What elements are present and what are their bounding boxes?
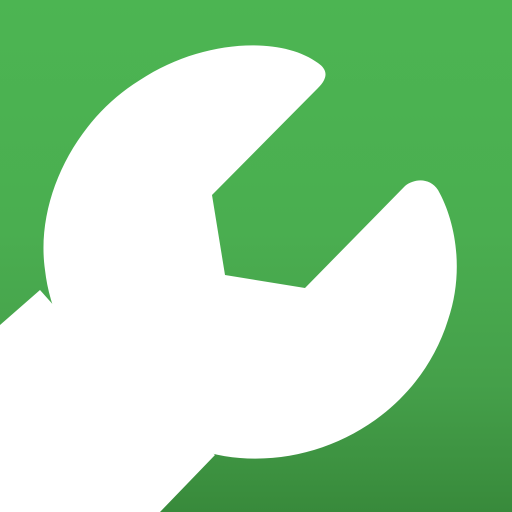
wrench-icon [0, 45, 457, 512]
app-icon[interactable] [0, 0, 512, 512]
